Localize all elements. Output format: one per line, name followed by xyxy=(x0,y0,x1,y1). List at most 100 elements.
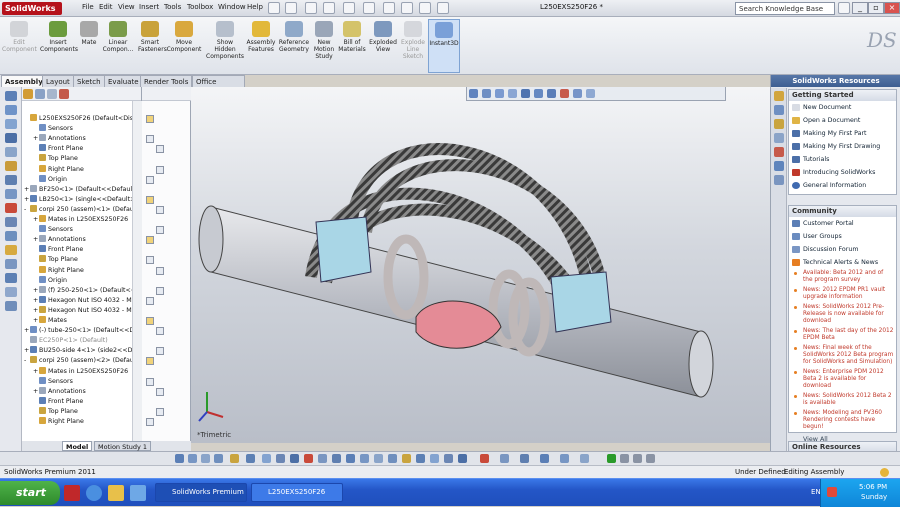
bottom-tool-icon[interactable] xyxy=(430,454,439,463)
bottom-tool-icon[interactable] xyxy=(318,454,327,463)
clamp-left[interactable] xyxy=(315,216,372,283)
bottom-tool-icon[interactable] xyxy=(388,454,397,463)
tree-item[interactable]: + (-) tube-250<1> (Default<<De xyxy=(24,326,132,336)
menu-insert[interactable]: Insert xyxy=(139,3,159,11)
tree-item[interactable]: Top Plane xyxy=(33,406,132,417)
bottom-tool-icon[interactable] xyxy=(540,454,549,463)
open-document-link[interactable]: Open a Document xyxy=(789,114,896,127)
restore-button[interactable]: ▫ xyxy=(868,2,884,14)
menu-edit[interactable]: Edit xyxy=(99,3,113,11)
tree-scrollbar[interactable] xyxy=(132,101,142,451)
tree-item[interactable]: + Mates xyxy=(33,316,132,326)
tree-status-icon[interactable] xyxy=(156,165,164,174)
bottom-tool-icon[interactable] xyxy=(633,454,642,463)
save-icon[interactable] xyxy=(323,2,335,14)
bottom-tool-icon[interactable] xyxy=(580,454,589,463)
pipe-end-right[interactable] xyxy=(688,330,714,398)
tree-status-icon[interactable] xyxy=(156,327,164,336)
bottom-tool-icon[interactable] xyxy=(560,454,569,463)
menu-view[interactable]: View xyxy=(118,3,135,11)
news-item[interactable]: News: SolidWorks 2012 Pre-Release is now… xyxy=(789,303,896,327)
bottom-tool-icon[interactable] xyxy=(188,454,197,463)
news-item[interactable]: News: SolidWorks 2012 Beta 2 is availabl… xyxy=(789,392,896,409)
language-indicator[interactable]: EN xyxy=(811,488,821,496)
assembly-model[interactable] xyxy=(191,87,770,443)
customer-portal-link[interactable]: Customer Portal xyxy=(789,217,896,230)
tab-model[interactable]: Model xyxy=(62,441,93,451)
bottom-tool-icon[interactable] xyxy=(444,454,453,463)
tree-status-icon[interactable] xyxy=(146,135,154,144)
bottom-tool-icon[interactable] xyxy=(175,454,184,463)
instant3d-button[interactable]: Instant3D xyxy=(428,19,460,73)
news-item[interactable]: News: Enterprise PDM 2012 Beta 2 is avai… xyxy=(789,368,896,392)
design-library-icon[interactable] xyxy=(773,105,784,115)
stop-icon[interactable] xyxy=(620,454,629,463)
revision-icon[interactable] xyxy=(4,301,17,311)
insert-components-button[interactable]: Insert Components xyxy=(40,19,78,73)
tree-status-icon[interactable] xyxy=(146,236,154,245)
start-button[interactable]: start xyxy=(0,481,60,505)
bottom-tool-icon[interactable] xyxy=(500,454,509,463)
text-icon[interactable] xyxy=(4,119,17,129)
bottom-tool-icon[interactable] xyxy=(262,454,271,463)
hole-callout-icon[interactable] xyxy=(4,231,17,241)
pin-icon[interactable] xyxy=(268,2,280,14)
tree-status-icon[interactable] xyxy=(156,266,164,275)
menu-window[interactable]: Window xyxy=(218,3,246,11)
tree-item[interactable]: Right Plane xyxy=(33,265,132,276)
bottom-tool-icon[interactable] xyxy=(230,454,239,463)
undo-icon[interactable] xyxy=(363,2,375,14)
tolerance-icon[interactable] xyxy=(4,189,17,199)
tree-item[interactable]: + Mates in L250EXS250F26 xyxy=(33,215,132,225)
tray-icon[interactable] xyxy=(827,487,837,497)
tree-item[interactable]: + Mates in L250EXS250F26 xyxy=(33,366,132,377)
menu-toolbox[interactable]: Toolbox xyxy=(187,3,213,11)
bottom-tool-icon[interactable] xyxy=(290,454,299,463)
minimize-button[interactable]: _ xyxy=(852,2,868,14)
bottom-tool-icon[interactable] xyxy=(346,454,355,463)
tree-status-icon[interactable] xyxy=(146,256,154,265)
tree-item[interactable]: Top Plane xyxy=(33,255,132,265)
news-item[interactable]: News: Final week of the SolidWorks 2012 … xyxy=(789,344,896,368)
tree-status-icon[interactable] xyxy=(146,317,154,325)
bottom-tool-icon[interactable] xyxy=(360,454,369,463)
tree-item[interactable]: L250EXS250F26 (Default<Display xyxy=(24,114,132,124)
note-icon[interactable] xyxy=(4,161,17,171)
news-item[interactable]: Available: Beta 2012 and of the program … xyxy=(789,269,896,286)
balloon-icon[interactable] xyxy=(4,147,17,157)
exploded-view-button[interactable]: Exploded View xyxy=(368,19,398,73)
options-icon[interactable] xyxy=(437,2,449,14)
tab-render-tools[interactable]: Render Tools xyxy=(140,75,193,87)
weld-icon[interactable] xyxy=(4,203,17,213)
tree-status-icon[interactable] xyxy=(146,357,154,366)
assembly-features-button[interactable]: Assembly Features xyxy=(246,19,276,73)
block-icon[interactable] xyxy=(4,273,17,283)
play-icon[interactable] xyxy=(607,454,616,463)
bottom-tool-icon[interactable] xyxy=(458,454,467,463)
tree-item[interactable]: + Annotations xyxy=(33,235,132,245)
desktop-quicklaunch-icon[interactable] xyxy=(130,485,146,501)
dimension-icon[interactable] xyxy=(4,133,17,143)
area-hatch-icon[interactable] xyxy=(4,287,17,297)
tree-item[interactable]: + Hexagon Nut ISO 4032 - M xyxy=(33,295,132,306)
property-manager-icon[interactable] xyxy=(35,89,45,99)
move-component-button[interactable]: Move Component xyxy=(166,19,202,73)
search-tab-icon[interactable] xyxy=(773,133,784,143)
technical-alerts-link[interactable]: Technical Alerts & News xyxy=(789,256,896,269)
tree-item[interactable]: Origin xyxy=(33,174,132,185)
clock-time[interactable]: 5:06 PM xyxy=(859,483,887,491)
tutorials-link[interactable]: Tutorials xyxy=(789,153,896,166)
configuration-manager-icon[interactable] xyxy=(47,89,57,99)
edit-component-button[interactable]: Edit Component xyxy=(2,19,37,73)
rebuild-icon[interactable] xyxy=(401,2,413,14)
solidworks-quicklaunch-icon[interactable] xyxy=(64,485,80,501)
tab-layout[interactable]: Layout xyxy=(42,75,74,87)
tree-item[interactable]: + (f) 250-250<1> (Default<< xyxy=(33,285,132,296)
tree-status-icon[interactable] xyxy=(156,226,164,235)
tab-assembly[interactable]: Assembly xyxy=(1,75,47,87)
format-icon[interactable] xyxy=(4,105,17,115)
smart-fasteners-button[interactable]: Smart Fasteners xyxy=(138,19,167,73)
tree-item[interactable]: + BU250-side 4<1> (side2<<Def xyxy=(24,346,132,356)
tree-item[interactable]: + Annotations xyxy=(33,386,132,397)
tree-item[interactable]: Front Plane xyxy=(33,396,132,407)
